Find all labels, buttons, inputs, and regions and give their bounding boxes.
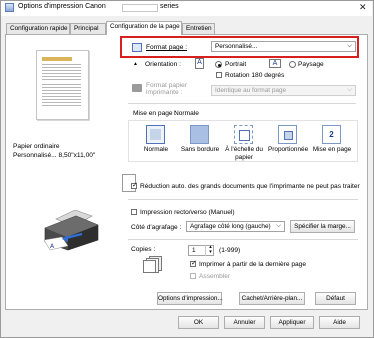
- spin-down-icon[interactable]: ▾: [206, 250, 215, 255]
- apply-button[interactable]: Appliquer: [270, 316, 314, 329]
- paper-size-text: Personnalisé... 8,50"x11,00": [13, 152, 96, 159]
- layout-normal-icon[interactable]: [146, 125, 165, 144]
- printer-paper-label: Format papier imprimante :: [146, 82, 187, 96]
- layout-scaled-icon[interactable]: [278, 125, 297, 144]
- window-title-suffix: series: [160, 3, 179, 10]
- help-button[interactable]: Aide: [319, 316, 360, 329]
- media-type-text: Papier ordinaire: [13, 143, 60, 150]
- copies-icon: [143, 256, 162, 273]
- tab-configuration-rapide[interactable]: Configuration rapide: [6, 23, 70, 34]
- layout-borderless-icon[interactable]: [190, 125, 209, 144]
- window-title: Options d'impression Canon: [18, 3, 106, 10]
- collate-checkbox[interactable]: [190, 273, 196, 279]
- page-layout-value: Normale: [174, 110, 199, 117]
- copies-label: Copies :: [131, 246, 156, 253]
- copies-range: (1-999): [219, 247, 241, 254]
- rotate-180-label: Rotation 180 degrés: [225, 72, 285, 79]
- print-last-page-checkbox[interactable]: [190, 259, 197, 267]
- divider: [128, 199, 358, 200]
- tab-configuration-page[interactable]: Configuration de la page: [106, 21, 182, 35]
- portrait-radio[interactable]: [215, 61, 222, 68]
- page-size-label: Format page :: [146, 44, 188, 51]
- printer-paper-value: Identique au format page: [215, 87, 287, 94]
- duplex-label: Impression recto/verso (Manuel): [140, 209, 235, 216]
- layout-borderless-label: Sans bordure: [180, 146, 220, 153]
- page-size-value: Personnalisé...: [215, 43, 258, 50]
- chevron-down-icon: ⌵: [347, 86, 352, 93]
- auto-reduce-checkbox[interactable]: [131, 181, 138, 189]
- print-last-page-label: Imprimer à partir de la dernière page: [199, 261, 307, 268]
- layout-normal-label: Normale: [143, 146, 169, 153]
- stamp-background-button[interactable]: Cachet/Arrière-plan...: [239, 292, 305, 305]
- portrait-icon: A: [195, 58, 204, 69]
- layout-fit-to-page-label: À l'échelle du papier: [225, 146, 263, 161]
- divider: [128, 239, 358, 240]
- stapling-value: Agrafage côté long (gauche): [190, 223, 271, 230]
- printer-model-redacted: [122, 4, 158, 12]
- landscape-label: Paysage: [298, 61, 324, 68]
- printer-paper-select[interactable]: Identique au format page ⌵: [211, 85, 356, 96]
- tab-principal[interactable]: Principal: [70, 23, 106, 34]
- chevron-down-icon: ⌵: [347, 42, 352, 49]
- stapling-select[interactable]: Agrafage côté long (gauche) ⌵: [186, 221, 285, 232]
- page-preview: [36, 50, 89, 120]
- layout-fit-to-page-icon[interactable]: [234, 125, 253, 144]
- copies-value: 1: [192, 247, 196, 254]
- page-layout-label: Mise en page :: [133, 110, 177, 117]
- specify-margin-button[interactable]: Spécifier la marge...: [290, 220, 355, 233]
- layout-multi-page-icon[interactable]: 2: [322, 125, 341, 144]
- auto-reduce-label: Réduction auto. des grands documents que…: [140, 183, 360, 190]
- copies-spinner[interactable]: ▴ ▾: [205, 245, 215, 256]
- orientation-label: Orientation :: [145, 61, 181, 68]
- print-options-button[interactable]: Options d'impression...: [157, 292, 223, 305]
- printer-paper-icon: [132, 84, 142, 92]
- printer-illustration-icon: A: [43, 210, 99, 251]
- chevron-down-icon: ⌵: [276, 222, 281, 229]
- divider: [128, 103, 356, 104]
- landscape-radio[interactable]: [289, 61, 296, 68]
- ok-button[interactable]: OK: [178, 316, 219, 329]
- layout-multi-page-label: Mise en page: [312, 146, 352, 153]
- stapling-label: Côté d'agrafage :: [131, 224, 182, 231]
- layout-scaled-label: Proportionnée: [268, 146, 309, 153]
- close-icon[interactable]: ✕: [359, 2, 367, 13]
- portrait-label: Portrait: [225, 61, 247, 68]
- duplex-checkbox[interactable]: [131, 209, 137, 215]
- printer-paper-label-line1: Format papier: [146, 82, 188, 89]
- defaults-button[interactable]: Défaut: [315, 292, 356, 305]
- rotate-180-checkbox[interactable]: [216, 72, 222, 78]
- landscape-icon: A: [269, 59, 281, 68]
- printer-app-icon: [5, 3, 14, 12]
- cancel-button[interactable]: Annuler: [224, 316, 265, 329]
- page-size-select[interactable]: Personnalisé... ⌵: [211, 41, 356, 52]
- page-size-icon: [132, 43, 142, 52]
- collate-label: Assembler: [199, 273, 231, 280]
- preview-info: Papier ordinaire Personnalisé... 8,50"x1…: [13, 142, 95, 160]
- tab-entretien[interactable]: Entretien: [182, 23, 215, 34]
- printer-paper-label-line2: imprimante :: [146, 89, 183, 96]
- orientation-bullet-icon: ▲: [133, 61, 138, 67]
